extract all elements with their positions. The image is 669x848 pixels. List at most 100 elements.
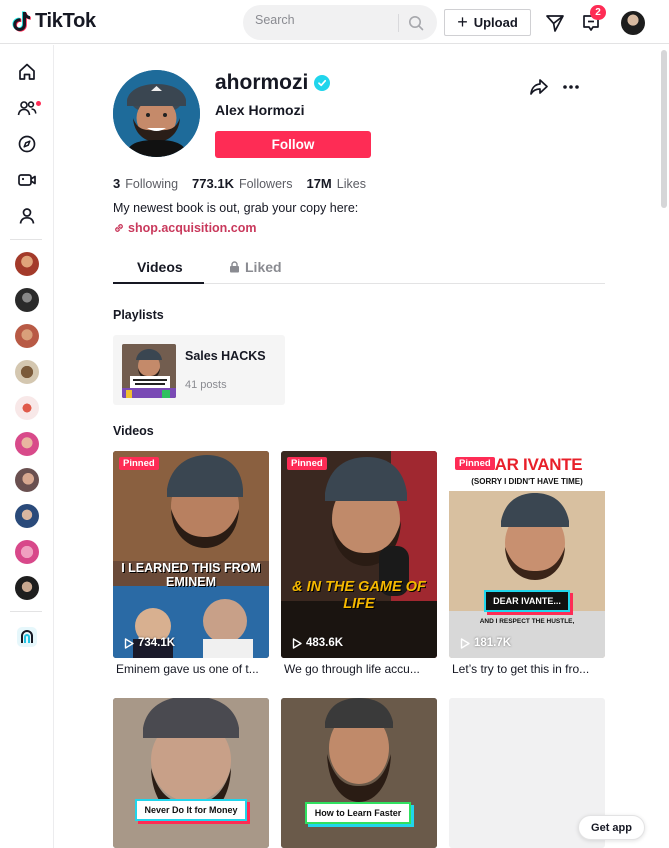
sidebar-divider xyxy=(10,611,42,612)
following-avatar[interactable] xyxy=(15,432,39,456)
playlist-thumbnail xyxy=(122,344,176,398)
video-view-count: 734.1K xyxy=(138,637,176,649)
pinned-badge: Pinned xyxy=(455,457,495,470)
video-views: 483.6K xyxy=(292,637,343,649)
follow-button[interactable]: Follow xyxy=(215,131,371,158)
send-icon xyxy=(546,15,564,32)
active-tab-indicator xyxy=(113,282,204,284)
video-overlay-small: AND I RESPECT THE HUSTLE, xyxy=(479,618,575,625)
profile-tabs: Videos Liked xyxy=(113,250,605,284)
following-avatar[interactable] xyxy=(15,288,39,312)
sidebar-item-explore[interactable] xyxy=(15,132,39,156)
video-views: 734.1K xyxy=(124,637,175,649)
following-avatar[interactable] xyxy=(15,360,39,384)
video-caption: Eminem gave us one of t... xyxy=(116,662,259,676)
following-avatar[interactable] xyxy=(15,252,39,276)
profile-link[interactable]: shop.acquisition.com xyxy=(113,221,257,235)
tab-liked[interactable]: Liked xyxy=(229,259,282,275)
following-avatar[interactable] xyxy=(15,396,39,420)
playlist-card[interactable]: Sales HACKS 41 posts xyxy=(113,335,285,405)
videos-title: Videos xyxy=(113,424,154,438)
pinned-badge: Pinned xyxy=(119,457,159,470)
following-count: 3 xyxy=(113,176,121,191)
inbox-badge: 2 xyxy=(590,5,606,20)
profile-avatar xyxy=(113,70,200,157)
followers-count: 773.1K xyxy=(192,176,234,191)
profile-bio: My newest book is out, grab your copy he… xyxy=(113,201,359,215)
sidebar-item-home[interactable] xyxy=(15,60,39,84)
video-card[interactable]: How to Learn Faster xyxy=(281,698,437,848)
explore-icon xyxy=(18,135,36,153)
sidebar-divider xyxy=(10,239,42,240)
messages-button[interactable] xyxy=(543,11,567,35)
playlists-title: Playlists xyxy=(113,308,164,322)
live-icon xyxy=(18,174,36,186)
following-avatar[interactable] xyxy=(15,504,39,528)
video-card[interactable]: I LEARNED THIS FROM EMINEM Pinned 734.1K… xyxy=(113,451,269,676)
search-divider xyxy=(398,14,399,32)
video-thumbnail: Never Do It for Money xyxy=(113,698,269,848)
playlist-name: Sales HACKS xyxy=(185,349,266,363)
get-app-button[interactable]: Get app xyxy=(578,815,645,840)
creator-tools-icon xyxy=(17,627,37,647)
video-card[interactable]: & IN THE GAME OF LIFE Pinned 483.6K We g… xyxy=(281,451,437,676)
user-avatar[interactable] xyxy=(621,11,645,35)
following-avatar[interactable] xyxy=(15,576,39,600)
likes-stat: 17M Likes xyxy=(306,176,365,191)
video-overlay-subtitle: (SORRY I DIDN'T HAVE TIME) xyxy=(471,477,583,486)
following-avatar[interactable] xyxy=(15,324,39,348)
following-stat[interactable]: 3 Following xyxy=(113,176,178,191)
video-thumbnail: DEAR IVANTE (SORRY I DIDN'T HAVE TIME) D… xyxy=(449,451,605,658)
video-thumbnail: How to Learn Faster xyxy=(281,698,437,848)
profile-username: ahormozi xyxy=(215,71,331,95)
more-icon xyxy=(563,85,579,89)
sidebar-item-live[interactable] xyxy=(15,168,39,192)
video-card[interactable]: DEAR IVANTE (SORRY I DIDN'T HAVE TIME) D… xyxy=(449,451,605,676)
following-label: Following xyxy=(125,177,179,191)
likes-label: Likes xyxy=(336,177,366,191)
video-caption: We go through life accu... xyxy=(284,662,420,676)
sidebar-item-profile[interactable] xyxy=(15,204,39,228)
profile-stats: 3 Following 773.1K Followers 17M Likes xyxy=(113,176,380,191)
tiktok-wordmark: TikTok xyxy=(35,10,96,32)
video-view-count: 483.6K xyxy=(306,637,344,649)
upload-button[interactable]: + Upload xyxy=(444,9,531,36)
profile-icon xyxy=(19,208,35,224)
following-avatar[interactable] xyxy=(15,468,39,492)
video-overlay-box: Never Do It for Money xyxy=(135,799,247,821)
plus-icon: + xyxy=(457,11,468,32)
playlist-post-count: 41 posts xyxy=(185,379,227,391)
video-thumbnail: & IN THE GAME OF LIFE Pinned 483.6K xyxy=(281,451,437,658)
tiktok-logo-icon xyxy=(12,10,31,32)
likes-count: 17M xyxy=(306,176,332,191)
video-overlay-text: I LEARNED THIS FROM EMINEM xyxy=(121,561,261,589)
video-caption: Let’s try to get this in fro... xyxy=(452,662,590,676)
tab-videos-label: Videos xyxy=(137,259,183,275)
followers-label: Followers xyxy=(238,177,293,191)
search-button[interactable] xyxy=(406,13,426,33)
username-text: ahormozi xyxy=(215,71,309,94)
following-notification-dot xyxy=(36,101,41,106)
home-icon xyxy=(19,63,35,80)
sidebar-item-following[interactable] xyxy=(15,96,39,120)
more-options-button[interactable] xyxy=(560,76,582,98)
tab-videos[interactable]: Videos xyxy=(137,259,183,275)
share-icon xyxy=(530,79,548,95)
page-scrollbar[interactable] xyxy=(661,50,667,208)
verified-badge-icon xyxy=(314,75,331,91)
link-icon xyxy=(115,224,123,232)
play-icon xyxy=(460,637,470,649)
search-input[interactable] xyxy=(255,13,395,27)
video-card[interactable]: Never Do It for Money xyxy=(113,698,269,848)
video-overlay-box: How to Learn Faster xyxy=(305,802,411,824)
share-button[interactable] xyxy=(528,76,550,98)
search-bar xyxy=(243,5,437,40)
tiktok-logo[interactable]: TikTok xyxy=(12,10,96,33)
followers-stat[interactable]: 773.1K Followers xyxy=(192,176,292,191)
following-avatar[interactable] xyxy=(15,540,39,564)
sidebar xyxy=(0,45,54,848)
profile-link-text: shop.acquisition.com xyxy=(128,221,257,235)
sidebar-item-creator-tools[interactable] xyxy=(15,625,39,649)
top-header: TikTok + Upload 2 xyxy=(0,0,669,44)
video-views: 181.7K xyxy=(460,637,511,649)
